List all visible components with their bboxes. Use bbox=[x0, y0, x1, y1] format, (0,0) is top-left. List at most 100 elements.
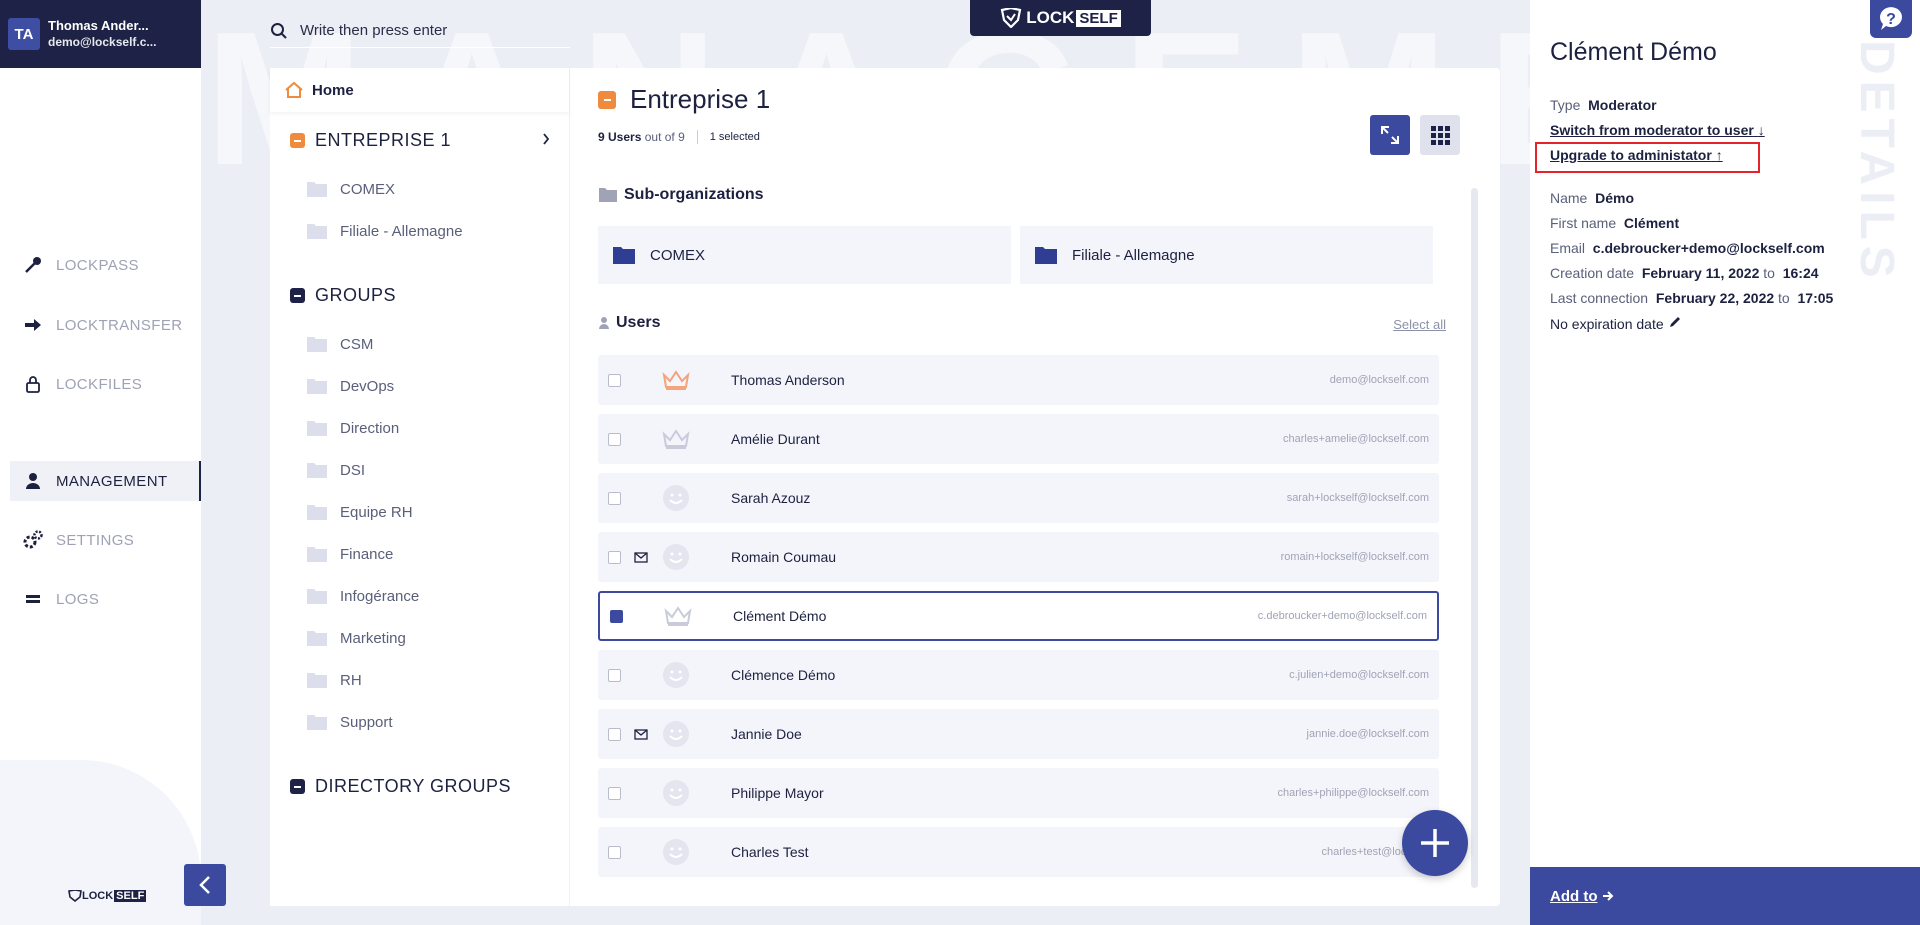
user-email: romain+lockself@lockself.com bbox=[1280, 551, 1429, 563]
user-name: Philippe Mayor bbox=[731, 785, 824, 801]
table-row[interactable]: Sarah Azouz sarah+lockself@lockself.com bbox=[598, 473, 1439, 523]
tree-group-item[interactable]: RH bbox=[306, 671, 362, 689]
nav-item-lockpass[interactable]: LOCKPASS bbox=[10, 245, 201, 285]
nav-item-logs[interactable]: LOGS bbox=[10, 579, 201, 619]
user-profile[interactable]: TA Thomas Ander... demo@lockself.c... bbox=[0, 0, 201, 68]
nav-item-label: MANAGEMENT bbox=[56, 472, 168, 490]
tree-group-item[interactable]: Direction bbox=[306, 419, 399, 437]
search-input[interactable] bbox=[300, 22, 560, 39]
collapse-icon[interactable] bbox=[290, 133, 305, 148]
nav-item-settings[interactable]: SETTINGS bbox=[10, 520, 201, 560]
nav-item-locktransfer[interactable]: LOCKTRANSFER bbox=[10, 305, 201, 345]
mail-icon bbox=[633, 551, 649, 563]
brand-logo: LOCK SELF bbox=[970, 0, 1151, 36]
nav-item-management[interactable]: MANAGEMENT bbox=[10, 461, 201, 501]
suborg-card-filiale[interactable]: Filiale - Allemagne bbox=[1020, 226, 1433, 284]
user-name: Clément Démo bbox=[733, 608, 827, 624]
row-checkbox[interactable] bbox=[608, 668, 621, 682]
plus-icon bbox=[1421, 829, 1449, 857]
row-checkbox[interactable] bbox=[610, 609, 623, 623]
collapse-icon[interactable] bbox=[290, 288, 305, 303]
tree-groups[interactable]: GROUPS bbox=[290, 285, 550, 306]
switch-to-user-link[interactable]: Switch from moderator to user ↓ bbox=[1550, 122, 1765, 138]
arrow-right-icon bbox=[1602, 891, 1614, 901]
nav-item-label: LOCKFILES bbox=[56, 375, 143, 393]
tree-group-item[interactable]: Support bbox=[306, 713, 393, 731]
table-row[interactable]: Philippe Mayor charles+philippe@lockself.… bbox=[598, 768, 1439, 818]
chevron-right-icon[interactable] bbox=[542, 132, 550, 150]
folder-icon bbox=[307, 631, 327, 646]
details-first-name: First name Clément bbox=[1550, 215, 1680, 231]
scrollbar[interactable] bbox=[1471, 188, 1478, 888]
tree-group-item[interactable]: Infogérance bbox=[306, 587, 419, 605]
user-email: demo@lockself.c... bbox=[48, 35, 157, 49]
tree-group-item[interactable]: CSM bbox=[306, 335, 373, 353]
user-smiley-icon bbox=[661, 660, 691, 690]
help-icon: ? bbox=[1880, 7, 1902, 31]
folder-icon bbox=[307, 589, 327, 604]
user-smiley-icon bbox=[661, 542, 691, 572]
person-icon bbox=[22, 470, 44, 492]
row-checkbox[interactable] bbox=[608, 845, 621, 859]
left-sidebar: TA Thomas Ander... demo@lockself.c... LO… bbox=[0, 0, 201, 925]
details-panel: DETAILS ? Clément Démo Type Moderator Sw… bbox=[1530, 0, 1920, 925]
select-all-link[interactable]: Select all bbox=[1393, 317, 1446, 332]
tree-folder-comex[interactable]: COMEX bbox=[306, 180, 395, 198]
tree-group-item[interactable]: DevOps bbox=[306, 377, 394, 395]
details-watermark: DETAILS bbox=[1850, 40, 1903, 284]
row-checkbox[interactable] bbox=[608, 550, 621, 564]
table-row[interactable]: Clément Démo c.debroucker+demo@lockself.c… bbox=[598, 591, 1439, 641]
table-row[interactable]: Thomas Anderson demo@lockself.com bbox=[598, 355, 1439, 405]
tree-group-item[interactable]: Equipe RH bbox=[306, 503, 413, 521]
tree-group-item[interactable]: DSI bbox=[306, 461, 365, 479]
nav-item-lockfiles[interactable]: LOCKFILES bbox=[10, 364, 201, 404]
user-smiley-icon bbox=[661, 778, 691, 808]
search-icon bbox=[271, 22, 287, 39]
user-smiley-icon bbox=[661, 719, 691, 749]
table-row[interactable]: Romain Coumau romain+lockself@lockself.co… bbox=[598, 532, 1439, 582]
table-row[interactable]: Amélie Durant charles+amelie@lockself.com bbox=[598, 414, 1439, 464]
table-row[interactable]: Clémence Démo c.julien+demo@lockself.com bbox=[598, 650, 1439, 700]
user-name: Jannie Doe bbox=[731, 726, 802, 742]
folder-icon bbox=[307, 224, 327, 239]
table-row[interactable]: Jannie Doe jannie.doe@lockself.com bbox=[598, 709, 1439, 759]
shield-icon bbox=[1000, 8, 1022, 28]
suborg-card-comex[interactable]: COMEX bbox=[598, 226, 1011, 284]
folder-icon bbox=[307, 182, 327, 197]
arrow-right-icon bbox=[22, 314, 44, 336]
tree-group-item[interactable]: Marketing bbox=[306, 629, 406, 647]
mail-icon bbox=[633, 728, 649, 740]
grid-icon bbox=[1431, 126, 1450, 145]
tree-home[interactable]: Home bbox=[270, 68, 569, 112]
row-checkbox[interactable] bbox=[608, 432, 621, 446]
user-count: 9 Users out of 9 1 selected bbox=[598, 130, 760, 144]
user-smiley-icon bbox=[661, 837, 691, 867]
row-checkbox[interactable] bbox=[608, 491, 621, 505]
collapse-icon[interactable] bbox=[290, 779, 305, 794]
expand-icon bbox=[1381, 126, 1399, 144]
nav-item-label: LOCKTRANSFER bbox=[56, 316, 183, 334]
user-email: sarah+lockself@lockself.com bbox=[1286, 492, 1429, 504]
nav-item-label: LOCKPASS bbox=[56, 256, 139, 274]
tree-entreprise[interactable]: ENTREPRISE 1 bbox=[290, 130, 550, 151]
expand-button[interactable] bbox=[1370, 115, 1410, 155]
user-smiley-icon bbox=[661, 483, 691, 513]
row-checkbox[interactable] bbox=[608, 786, 621, 800]
add-to-button[interactable]: Add to bbox=[1530, 867, 1920, 925]
tree-folder-filiale[interactable]: Filiale - Allemagne bbox=[306, 222, 463, 240]
folder-icon bbox=[307, 673, 327, 688]
main-panel: Home ENTREPRISE 1 COMEX Filiale - Allema… bbox=[270, 68, 1500, 906]
row-checkbox[interactable] bbox=[608, 727, 621, 741]
user-name: Thomas Ander... bbox=[48, 18, 149, 33]
collapse-sidebar-button[interactable] bbox=[184, 864, 226, 906]
table-row[interactable]: Charles Test charles+test@lockself bbox=[598, 827, 1439, 877]
help-button[interactable]: ? bbox=[1870, 0, 1912, 38]
folder-icon bbox=[307, 337, 327, 352]
row-checkbox[interactable] bbox=[608, 373, 621, 387]
tree-directory-groups[interactable]: DIRECTORY GROUPS bbox=[290, 776, 550, 797]
edit-pencil-icon[interactable] bbox=[1668, 315, 1682, 329]
grid-view-button[interactable] bbox=[1420, 115, 1460, 155]
tree-group-item[interactable]: Finance bbox=[306, 545, 393, 563]
user-email: c.julien+demo@lockself.com bbox=[1289, 669, 1429, 681]
add-button[interactable] bbox=[1402, 810, 1468, 876]
